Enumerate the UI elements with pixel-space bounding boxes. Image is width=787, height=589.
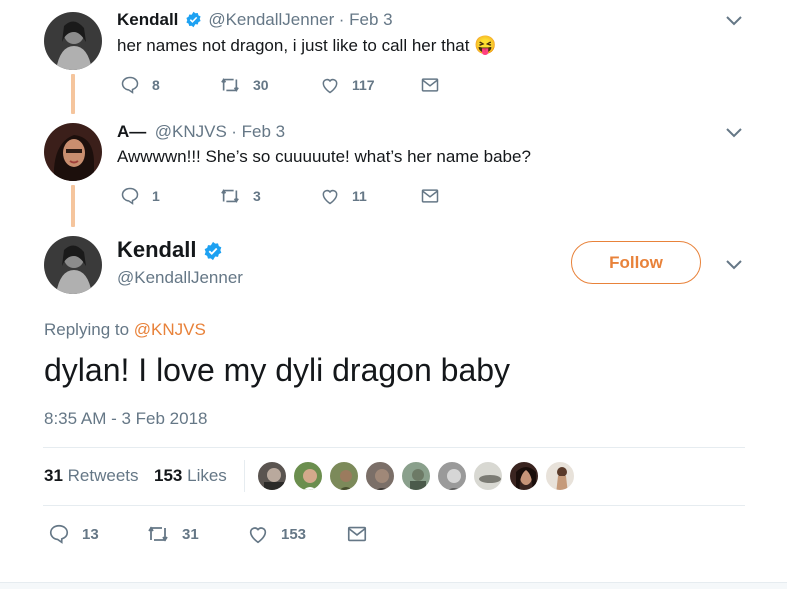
reply2-like-count: 11 bbox=[352, 188, 367, 204]
message-icon bbox=[421, 78, 439, 92]
reply2-handle[interactable]: @KNJVS bbox=[155, 122, 227, 141]
retweets-stat[interactable]: 31 Retweets bbox=[44, 466, 139, 486]
main-reply-count: 13 bbox=[82, 525, 99, 543]
likes-stat[interactable]: 153 Likes bbox=[154, 466, 227, 486]
reply2-like-button[interactable]: 11 bbox=[320, 186, 367, 206]
reply1-reply-count: 8 bbox=[152, 77, 160, 93]
main-like-button[interactable]: 153 bbox=[247, 523, 306, 545]
tweet-timestamp[interactable]: 8:35 AM - 3 Feb 2018 bbox=[44, 409, 208, 429]
reply2-date[interactable]: · Feb 3 bbox=[231, 122, 285, 141]
main-tweet-text: dylan! I love my dyli dragon baby bbox=[44, 352, 511, 388]
chevron-down-icon[interactable] bbox=[726, 16, 742, 26]
verified-badge-icon bbox=[186, 11, 201, 28]
reply2-retweet-button[interactable]: 3 bbox=[219, 186, 261, 206]
retweet-icon bbox=[221, 78, 239, 92]
like-icon bbox=[322, 78, 338, 94]
main-retweet-count: 31 bbox=[182, 525, 199, 543]
retweet-icon bbox=[221, 189, 239, 203]
reply2-retweet-count: 3 bbox=[253, 188, 261, 204]
likes-count: 153 bbox=[154, 466, 183, 485]
reply2-message-button[interactable] bbox=[420, 186, 452, 206]
reply2-header: A— @KNJVS · Feb 3 bbox=[117, 122, 285, 142]
reply1-handle[interactable]: @KendallJenner bbox=[208, 10, 334, 29]
reply1-text-content: her names not dragon, i just like to cal… bbox=[117, 36, 470, 55]
chevron-down-icon[interactable] bbox=[726, 128, 742, 138]
avatar-kendall[interactable] bbox=[44, 12, 102, 70]
reply1-name[interactable]: Kendall bbox=[117, 10, 178, 29]
reply-icon bbox=[121, 76, 139, 94]
replying-prefix: Replying to bbox=[44, 320, 130, 339]
liker-avatar[interactable] bbox=[256, 460, 288, 492]
avatar-kendall-main[interactable] bbox=[44, 236, 102, 294]
reply1-text: her names not dragon, i just like to cal… bbox=[117, 35, 497, 56]
chevron-down-icon[interactable] bbox=[726, 260, 742, 270]
thread-line bbox=[71, 74, 75, 114]
divider bbox=[43, 505, 745, 506]
retweets-label: Retweets bbox=[67, 466, 139, 485]
liker-avatar[interactable] bbox=[364, 460, 396, 492]
main-name: Kendall bbox=[117, 237, 197, 262]
avatar-image bbox=[44, 123, 102, 181]
main-handle[interactable]: @KendallJenner bbox=[117, 268, 243, 288]
reply2-text: Awwwwn!!! She’s so cuuuuute! what’s her … bbox=[117, 147, 531, 166]
liker-avatar[interactable] bbox=[328, 460, 360, 492]
reply1-reply-button[interactable]: 8 bbox=[120, 75, 160, 95]
main-message-button[interactable] bbox=[346, 523, 380, 545]
avatar-knjvs[interactable] bbox=[44, 123, 102, 181]
reply1-retweet-count: 30 bbox=[253, 77, 269, 93]
divider bbox=[43, 447, 745, 448]
main-like-count: 153 bbox=[281, 525, 307, 543]
liker-avatar[interactable] bbox=[400, 460, 432, 492]
retweets-count: 31 bbox=[44, 466, 63, 485]
likes-label: Likes bbox=[187, 466, 227, 485]
liker-avatar[interactable] bbox=[508, 460, 540, 492]
main-reply-button[interactable]: 13 bbox=[48, 523, 99, 545]
stat-separator bbox=[244, 460, 245, 492]
retweet-icon bbox=[148, 526, 168, 542]
liker-avatar[interactable] bbox=[472, 460, 504, 492]
like-icon bbox=[249, 527, 267, 544]
reply2-reply-button[interactable]: 1 bbox=[120, 186, 160, 206]
replying-handle[interactable]: @KNJVS bbox=[134, 320, 206, 339]
tongue-emoji: 😝 bbox=[474, 35, 497, 55]
thread-line bbox=[71, 185, 75, 227]
reply2-reply-count: 1 bbox=[152, 188, 160, 204]
liker-avatar[interactable] bbox=[544, 460, 576, 492]
liker-avatar[interactable] bbox=[436, 460, 468, 492]
liker-avatar[interactable] bbox=[292, 460, 324, 492]
reply1-retweet-button[interactable]: 30 bbox=[219, 75, 269, 95]
reply1-date[interactable]: · Feb 3 bbox=[339, 10, 393, 29]
reply-icon bbox=[49, 524, 69, 544]
reply2-name[interactable]: A— bbox=[117, 122, 146, 141]
reply1-like-count: 117 bbox=[352, 77, 375, 93]
reply1-header: Kendall @KendallJenner · Feb 3 bbox=[117, 10, 393, 31]
message-icon bbox=[347, 526, 367, 542]
avatar-image bbox=[44, 12, 102, 70]
reply1-like-button[interactable]: 117 bbox=[320, 75, 375, 95]
reply-icon bbox=[121, 187, 139, 205]
replying-to: Replying to @KNJVS bbox=[44, 320, 206, 340]
main-author-name[interactable]: Kendall bbox=[117, 237, 223, 265]
main-retweet-button[interactable]: 31 bbox=[146, 523, 199, 545]
reply1-message-button[interactable] bbox=[420, 75, 452, 95]
avatar-image bbox=[44, 236, 102, 294]
like-icon bbox=[322, 189, 338, 205]
verified-badge-icon bbox=[204, 241, 222, 260]
follow-button[interactable]: Follow bbox=[571, 241, 701, 284]
message-icon bbox=[421, 189, 439, 203]
